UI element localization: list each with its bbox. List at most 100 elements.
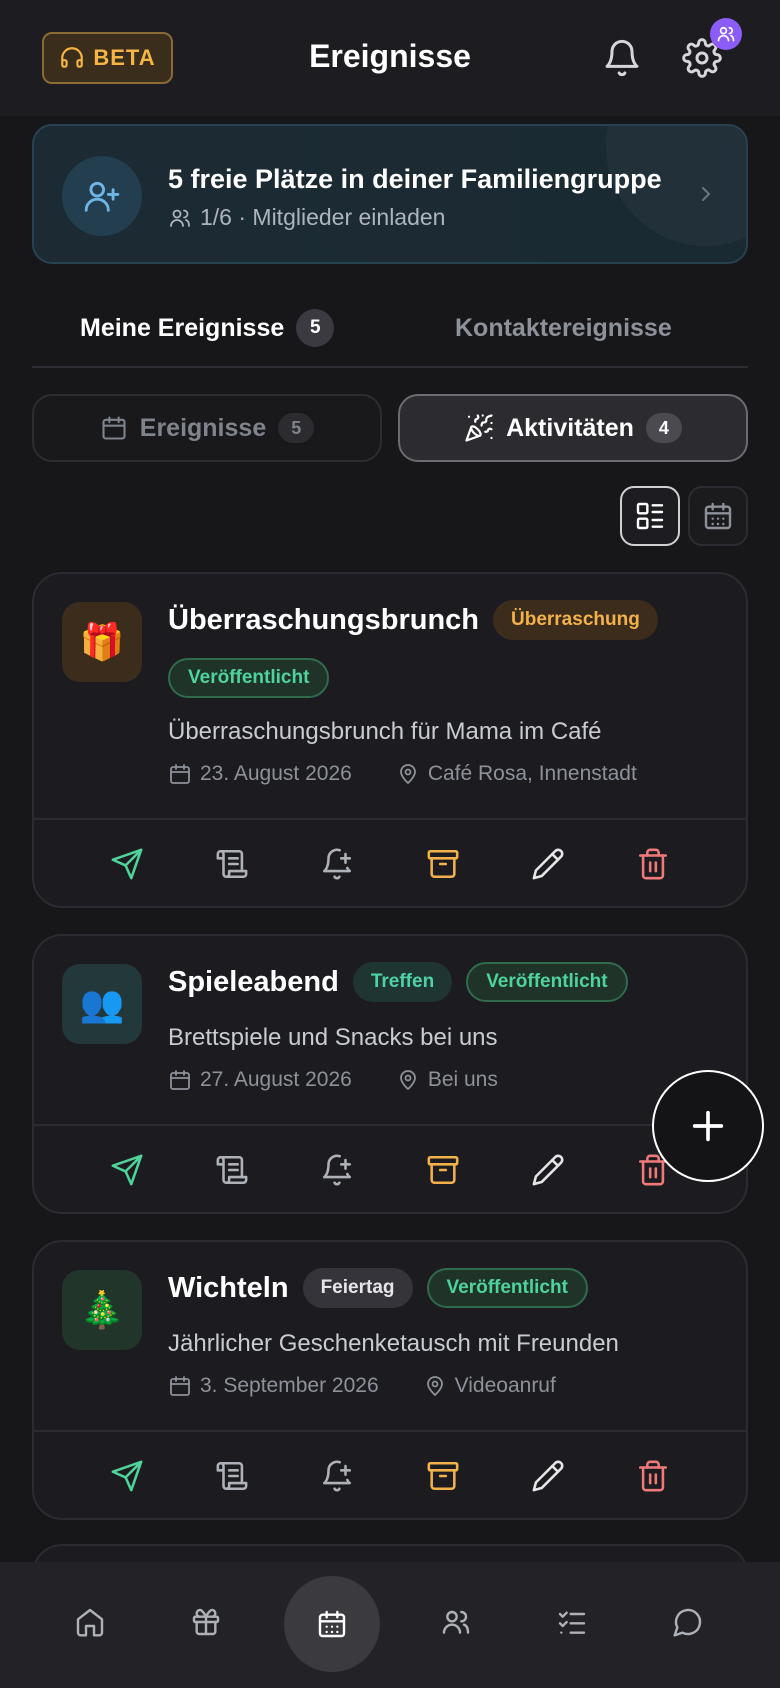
nav-events[interactable] [284, 1576, 380, 1672]
list-view-button[interactable] [620, 486, 680, 546]
top-bar: BETA Ereignisse [0, 0, 780, 116]
status-badge: Veröffentlicht [168, 658, 330, 698]
send-icon[interactable] [105, 842, 149, 886]
card-date: 27. August 2026 [200, 1068, 352, 1091]
chevron-right-icon [694, 182, 718, 206]
segment-label: Aktivitäten [506, 413, 634, 442]
pencil-icon[interactable] [526, 842, 570, 886]
send-icon[interactable] [105, 1454, 149, 1498]
event-card[interactable]: 👥 Spieleabend Treffen Veröffentlicht Bre… [32, 934, 748, 1214]
pencil-icon[interactable] [526, 1148, 570, 1192]
home-icon [74, 1606, 106, 1638]
tab-contact-events[interactable]: Kontaktereignisse [455, 308, 672, 348]
card-date: 3. September 2026 [200, 1374, 379, 1397]
nav-home[interactable] [68, 1600, 112, 1644]
scroll-icon[interactable] [210, 842, 254, 886]
checklist-icon [556, 1606, 588, 1638]
card-meta: 27. August 2026 Bei uns [168, 1068, 498, 1092]
chat-icon [672, 1606, 704, 1638]
bell-plus-icon[interactable] [315, 1148, 359, 1192]
card-header: Überraschungsbrunch Überraschung Veröffe… [168, 600, 728, 698]
card-actions [34, 1430, 746, 1520]
bottom-navigation [0, 1562, 780, 1688]
send-icon[interactable] [105, 1148, 149, 1192]
event-card[interactable]: 🎄 Wichteln Feiertag Veröffentlicht Jährl… [32, 1240, 748, 1520]
tab-label: Kontaktereignisse [455, 313, 672, 342]
nav-gifts[interactable] [184, 1600, 228, 1644]
archive-icon[interactable] [421, 842, 465, 886]
plus-icon [688, 1106, 728, 1146]
gift-icon: 🎁 [62, 602, 142, 682]
card-description: Überraschungsbrunch für Mama im Café [168, 718, 602, 745]
family-group-banner[interactable]: 5 freie Plätze in deiner Familiengruppe … [32, 124, 748, 264]
christmas-tree-icon: 🎄 [62, 1270, 142, 1350]
archive-icon[interactable] [421, 1454, 465, 1498]
category-badge: Feiertag [302, 1268, 413, 1308]
status-badge: Veröffentlicht [466, 962, 628, 1002]
calendar-icon [316, 1608, 348, 1640]
card-actions [34, 1124, 746, 1214]
card-actions [34, 818, 746, 908]
archive-icon[interactable] [421, 1148, 465, 1192]
users-icon: 👥 [62, 964, 142, 1044]
segment-activities[interactable]: Aktivitäten 4 [398, 394, 748, 462]
scroll-icon[interactable] [210, 1148, 254, 1192]
banner-title: 5 freie Plätze in deiner Familiengruppe [168, 164, 662, 194]
nav-contacts[interactable] [434, 1600, 478, 1644]
users-icon [168, 206, 192, 230]
calendar-icon [100, 414, 128, 442]
page-title: Ereignisse [309, 38, 471, 74]
card-header: Spieleabend Treffen Veröffentlicht [168, 962, 728, 1002]
event-card[interactable]: 🎁 Überraschungsbrunch Überraschung Veröf… [32, 572, 748, 908]
category-badge: Treffen [352, 962, 453, 1002]
card-meta: 3. September 2026 Videoanruf [168, 1374, 556, 1398]
bell-icon[interactable] [602, 38, 642, 78]
trash-icon[interactable] [631, 1454, 675, 1498]
location-pin-icon [423, 1374, 447, 1398]
status-badge: Veröffentlicht [426, 1268, 588, 1308]
tab-label: Meine Ereignisse [80, 313, 285, 342]
segment-label: Ereignisse [139, 413, 267, 442]
calendar-view-icon [702, 500, 734, 532]
card-location: Café Rosa, Innenstadt [427, 762, 637, 785]
family-badge [710, 18, 742, 50]
location-pin-icon [396, 1068, 420, 1092]
event-tabs: Meine Ereignisse 5 Kontaktereignisse [32, 300, 748, 368]
card-header: Wichteln Feiertag Veröffentlicht [168, 1268, 728, 1308]
calendar-view-button[interactable] [688, 486, 748, 546]
users-icon [440, 1606, 472, 1638]
gift-icon [190, 1606, 222, 1638]
list-view-icon [634, 500, 666, 532]
add-event-button[interactable] [652, 1070, 764, 1182]
tab-my-events[interactable]: Meine Ereignisse 5 [80, 308, 335, 348]
card-meta: 23. August 2026 Café Rosa, Innenstadt [168, 762, 637, 786]
card-title: Wichteln [168, 1271, 289, 1304]
add-user-icon [62, 156, 142, 236]
users-icon [716, 24, 736, 44]
card-date: 23. August 2026 [200, 762, 352, 785]
card-location: Bei uns [427, 1068, 498, 1091]
calendar-icon [168, 1068, 192, 1092]
segment-events[interactable]: Ereignisse 5 [32, 394, 382, 462]
nav-tasks[interactable] [550, 1600, 594, 1644]
party-popper-icon [464, 413, 494, 443]
segment-count: 5 [278, 413, 315, 443]
scroll-icon[interactable] [210, 1454, 254, 1498]
banner-subtitle-text: 1/6 · Mitglieder einladen [200, 204, 446, 230]
segment-count: 4 [645, 413, 682, 443]
tab-count-badge: 5 [296, 309, 335, 347]
pencil-icon[interactable] [526, 1454, 570, 1498]
card-description: Jährlicher Geschenketausch mit Freunden [168, 1330, 619, 1357]
nav-chat[interactable] [666, 1600, 710, 1644]
category-badge: Überraschung [493, 600, 658, 640]
calendar-icon [168, 1374, 192, 1398]
card-title: Überraschungsbrunch [168, 603, 479, 636]
card-description: Brettspiele und Snacks bei uns [168, 1024, 498, 1051]
trash-icon[interactable] [631, 842, 675, 886]
calendar-icon [168, 762, 192, 786]
banner-subtitle: 1/6 · Mitglieder einladen [168, 204, 445, 231]
card-title: Spieleabend [168, 965, 339, 998]
bell-plus-icon[interactable] [315, 1454, 359, 1498]
location-pin-icon [396, 762, 420, 786]
bell-plus-icon[interactable] [315, 842, 359, 886]
